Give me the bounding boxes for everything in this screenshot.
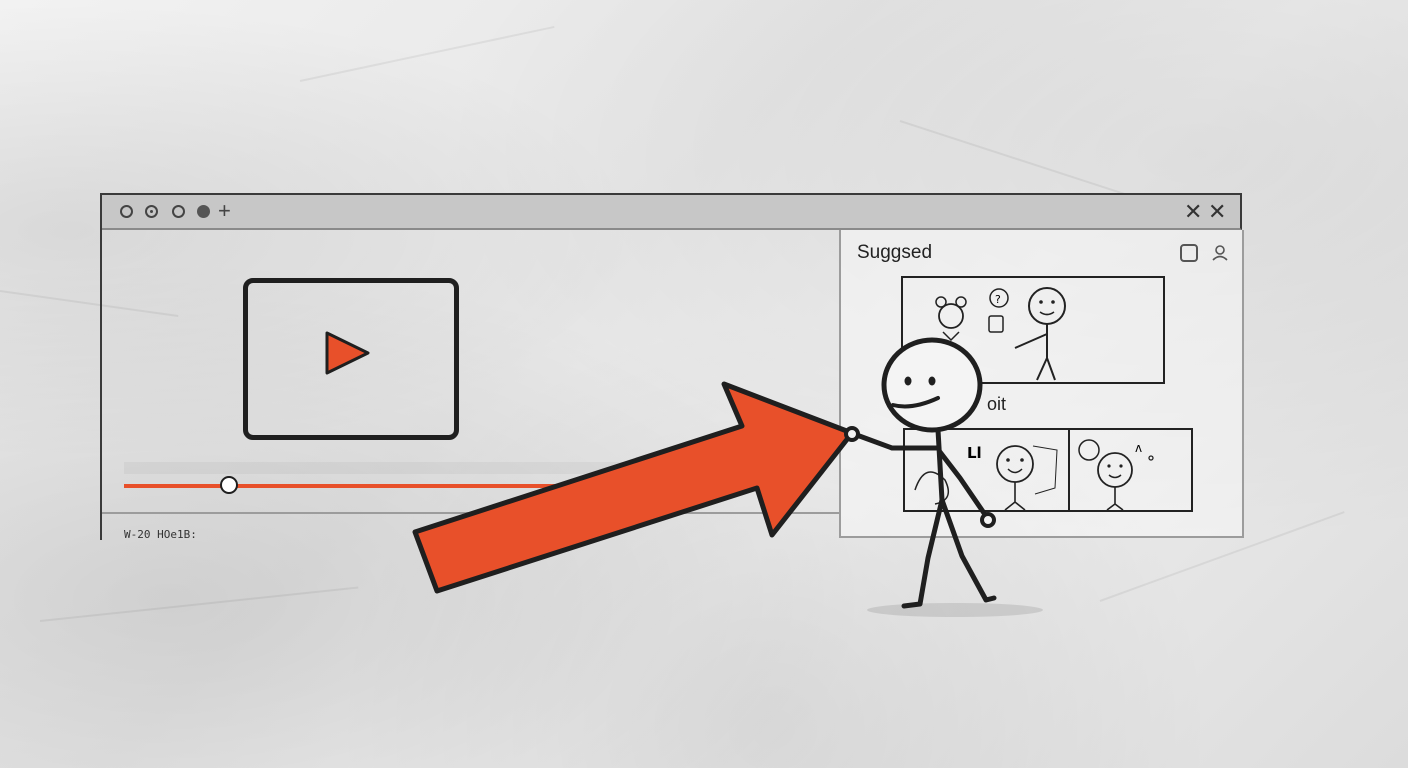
arrow-icon: [412, 381, 855, 594]
illustration: [412, 337, 1043, 617]
stick-figure: [844, 337, 997, 609]
figure-shadow: [867, 603, 1043, 617]
